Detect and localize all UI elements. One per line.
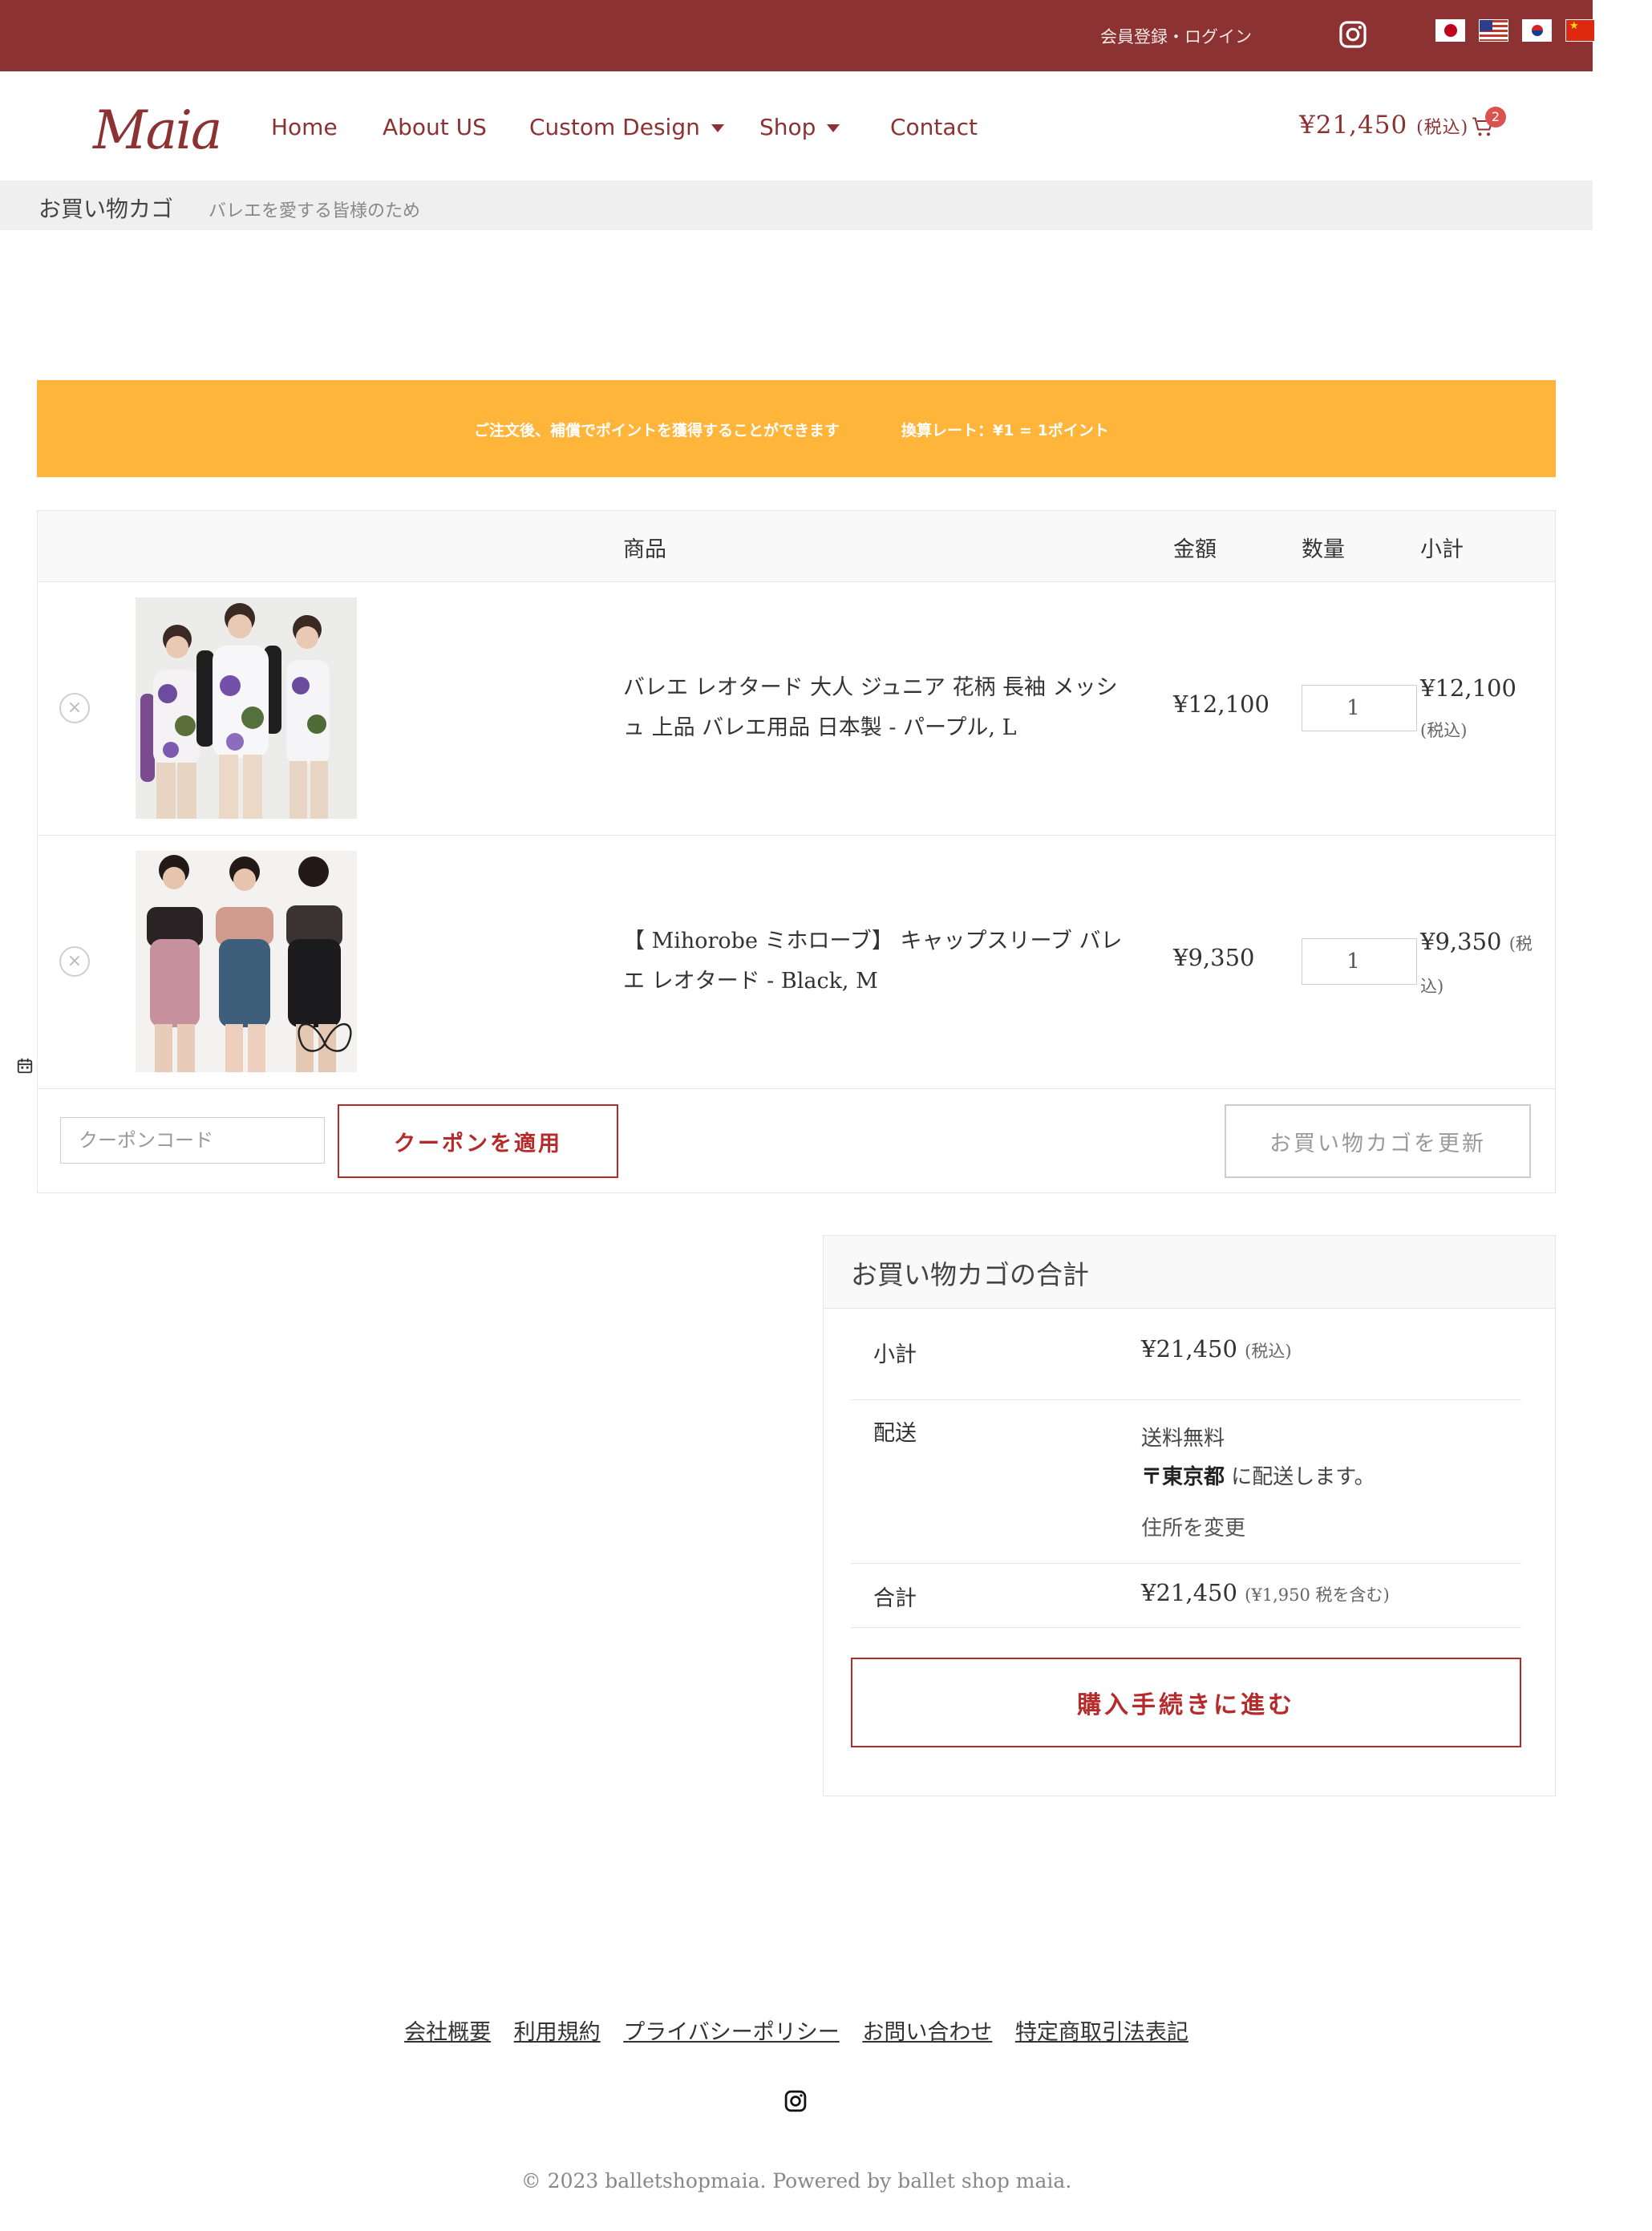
remove-item-icon[interactable]: ×: [59, 693, 90, 723]
footer-link-contact[interactable]: お問い合わせ: [862, 2020, 992, 2045]
cart-totals-title: お買い物カゴの合計: [851, 1259, 1089, 1290]
subtotal-label: 小計: [873, 1342, 917, 1367]
subtotal-tax: (税込): [1245, 1342, 1292, 1361]
row-subtotal: ¥12,100 (税込): [1420, 668, 1533, 751]
row-subtotal-tax: (税込): [1420, 721, 1468, 740]
header-cart-tax: (税込): [1416, 118, 1469, 138]
product-price: ¥12,100: [1173, 690, 1269, 718]
nav-custom-design[interactable]: Custom Design: [529, 114, 724, 140]
cart-totals: お買い物カゴの合計 小計 ¥21,450 (税込) 配送 送料無料 〒東京都 に…: [823, 1235, 1556, 1796]
nav-about-us[interactable]: About US: [383, 114, 487, 140]
instagram-icon[interactable]: [783, 2089, 808, 2113]
points-notice: ご注文後、補償でポイントを獲得することができます 換算レート：¥1 = 1ポイン…: [37, 380, 1556, 477]
korean-flag-icon[interactable]: [1522, 19, 1552, 42]
footer-link-privacy[interactable]: プライバシーポリシー: [623, 2020, 839, 2045]
subtotal-value: ¥21,450 (税込): [1141, 1335, 1292, 1362]
table-row: × 【 Mihorobe ミホローブ】 キャップスリーブ バレエ レオタード -…: [38, 835, 1555, 1089]
product-name-link[interactable]: バレエ レオタード 大人 ジュニア 花柄 長袖 メッシュ 上品 バレエ用品 日本…: [623, 668, 1136, 748]
header-price: 金額: [1173, 537, 1217, 562]
header-quantity: 数量: [1302, 537, 1345, 562]
page-title-bar: お買い物カゴ バレエを愛する皆様のため: [0, 180, 1593, 230]
calendar-icon[interactable]: [16, 1057, 34, 1075]
site-logo[interactable]: Maia: [93, 99, 222, 161]
points-notice-message: ご注文後、補償でポイントを獲得することができます: [474, 422, 840, 439]
apply-coupon-button[interactable]: クーポンを適用: [338, 1104, 618, 1178]
nav-shop[interactable]: Shop: [759, 114, 840, 140]
proceed-to-checkout-button[interactable]: 購入手続きに進む: [851, 1658, 1521, 1747]
row-subtotal-amount: ¥9,350: [1420, 928, 1502, 955]
total-label: 合計: [873, 1586, 917, 1611]
footer-links: 会社概要 利用規約 プライバシーポリシー お問い合わせ 特定商取引法表記: [0, 2014, 1593, 2046]
totals-total-row: 合計 ¥21,450 (¥1,950 税を含む): [851, 1563, 1521, 1628]
points-notice-rate: 換算レート：¥1 = 1ポイント: [901, 422, 1109, 439]
chinese-flag-icon[interactable]: [1565, 19, 1595, 42]
shipping-method: 送料無料: [1141, 1427, 1225, 1451]
coupon-code-input[interactable]: [60, 1117, 325, 1164]
cart-totals-header: お買い物カゴの合計: [824, 1236, 1555, 1309]
quantity-input[interactable]: [1302, 685, 1417, 731]
header-product: 商品: [623, 537, 666, 562]
remove-item-icon[interactable]: ×: [59, 946, 90, 977]
page-subtitle: バレエを愛する皆様のため: [209, 201, 421, 221]
table-row: × バレエ レオタード 大人 ジュニア 花柄 長袖 メッシュ 上品 バレエ用品 …: [38, 581, 1555, 836]
footer-link-terms[interactable]: 利用規約: [514, 2020, 601, 2045]
page-title: お買い物カゴ: [38, 196, 174, 222]
subtotal-amount: ¥21,450: [1141, 1335, 1237, 1362]
quantity-input[interactable]: [1302, 938, 1417, 985]
top-bar: 会員登録・ログイン: [0, 0, 1595, 71]
cart-table: 商品 金額 数量 小計 × バレエ レオタード 大人 ジュニア 花柄 長袖 メッ…: [37, 510, 1556, 1193]
chevron-down-icon: [711, 124, 724, 132]
us-flag-icon[interactable]: [1479, 19, 1508, 42]
row-subtotal: ¥9,350 (税込): [1420, 921, 1533, 1006]
product-name-link[interactable]: 【 Mihorobe ミホローブ】 キャップスリーブ バレエ レオタード - B…: [623, 921, 1136, 1002]
totals-shipping-row: 配送 送料無料 〒東京都 に配送します。 住所を変更: [851, 1399, 1521, 1564]
nav-home[interactable]: Home: [271, 114, 338, 140]
update-cart-button[interactable]: お買い物カゴを更新: [1225, 1104, 1531, 1178]
product-image[interactable]: [136, 597, 357, 819]
shipping-destination: 〒東京都 に配送します。: [1141, 1465, 1375, 1489]
total-value: ¥21,450 (¥1,950 税を含む): [1141, 1579, 1390, 1606]
japanese-flag-icon[interactable]: [1435, 19, 1465, 42]
product-image[interactable]: [136, 851, 357, 1072]
footer-link-company[interactable]: 会社概要: [404, 2020, 491, 2045]
nav-contact[interactable]: Contact: [890, 114, 978, 140]
login-register-link[interactable]: 会員登録・ログイン: [1100, 24, 1252, 48]
product-price: ¥9,350: [1173, 944, 1255, 971]
total-amount: ¥21,450: [1141, 1579, 1237, 1606]
footer-link-commerce-law[interactable]: 特定商取引法表記: [1015, 2020, 1188, 2045]
row-subtotal-amount: ¥12,100: [1420, 674, 1516, 702]
totals-subtotal-row: 小計 ¥21,450 (税込): [851, 1308, 1521, 1400]
total-tax: (¥1,950 税を含む): [1245, 1585, 1390, 1605]
header-cart-amount: ¥21,450: [1299, 111, 1408, 140]
header-subtotal: 小計: [1420, 537, 1464, 562]
cart-count-badge: 2: [1485, 107, 1506, 128]
header-cart-total[interactable]: ¥21,450 (税込): [1299, 111, 1468, 140]
cart-table-header: 商品 金額 数量 小計: [38, 511, 1555, 582]
instagram-icon[interactable]: [1338, 19, 1368, 50]
copyright: © 2023 balletshopmaia. Powered by ballet…: [520, 2169, 1072, 2193]
shipping-label: 配送: [873, 1421, 917, 1446]
chevron-down-icon: [827, 124, 840, 132]
change-address-link[interactable]: 住所を変更: [1141, 1512, 1245, 1541]
